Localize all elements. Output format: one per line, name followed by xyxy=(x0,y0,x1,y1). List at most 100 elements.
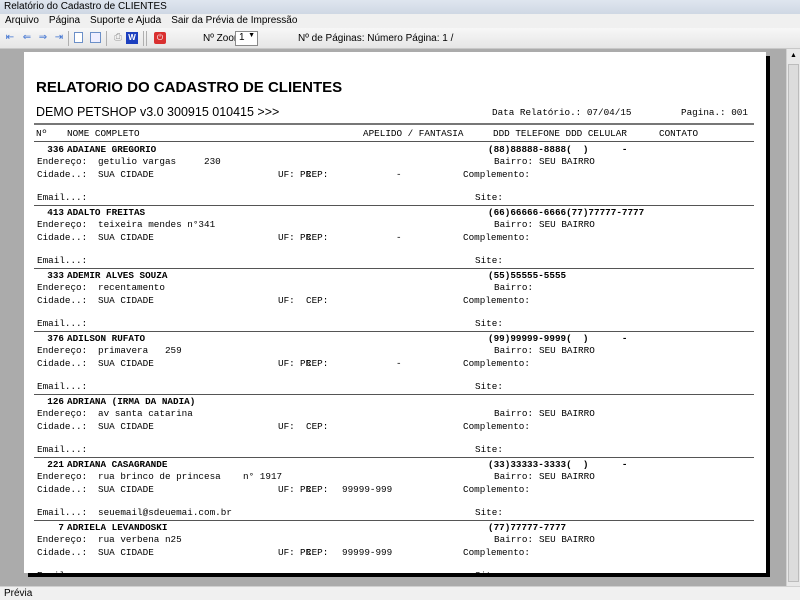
row-divider xyxy=(34,331,754,332)
record-id: 413 xyxy=(47,207,64,218)
zoom-value: 1 xyxy=(239,32,245,43)
record-district: SEU BAIRRO xyxy=(539,534,595,545)
record-city: SUA CIDADE xyxy=(98,547,154,558)
record-district: SEU BAIRRO xyxy=(539,156,595,167)
cep-label: CEP: xyxy=(306,295,329,306)
col-num: Nº xyxy=(36,128,48,139)
next-page-icon[interactable]: ⇒ xyxy=(37,32,49,44)
address-label: Endereço: xyxy=(37,471,88,482)
record-address: teixeira mendes n°341 xyxy=(98,219,216,230)
report-date: Data Relatório.: 07/04/15 xyxy=(492,107,632,118)
record-district: SEU BAIRRO xyxy=(539,408,595,419)
record-phone: (77)77777-7777 xyxy=(488,522,567,533)
menu-pagina[interactable]: Página xyxy=(44,14,85,28)
record-id: 336 xyxy=(47,144,64,155)
record-address: rua verbena n25 xyxy=(98,534,182,545)
record-district: SEU BAIRRO xyxy=(539,471,595,482)
record-address: getulio vargas 230 xyxy=(98,156,221,167)
email-label: Email...: xyxy=(37,192,88,203)
first-page-icon[interactable]: ⇤ xyxy=(4,32,16,44)
record-cep: 99999-999 xyxy=(342,547,393,558)
record-phone: (33)33333-3333( ) - xyxy=(488,459,628,470)
site-label: Site: xyxy=(475,381,503,392)
city-label: Cidade..: xyxy=(37,295,88,306)
uf-label: UF: xyxy=(278,232,295,243)
chevron-down-icon: ▼ xyxy=(248,32,255,39)
address-label: Endereço: xyxy=(37,156,88,167)
site-label: Site: xyxy=(475,444,503,455)
scroll-up-icon[interactable]: ▲ xyxy=(787,49,800,63)
record-name: ADAIANE GREGORIO xyxy=(67,144,157,155)
cep-label: CEP: xyxy=(306,421,329,432)
address-label: Endereço: xyxy=(37,534,88,545)
cep-label: CEP: xyxy=(306,547,329,558)
page-count: Nº de Páginas: Número Página: 1 / xyxy=(298,33,454,44)
power-close-icon[interactable]: ⏻ xyxy=(154,32,166,44)
district-label: Bairro: xyxy=(494,219,534,230)
address-label: Endereço: xyxy=(37,345,88,356)
email-label: Email...: xyxy=(37,318,88,329)
site-label: Site: xyxy=(475,507,503,518)
email-label: Email...: xyxy=(37,570,87,573)
record-name: ADILSON RUFATO xyxy=(67,333,146,344)
row-divider xyxy=(34,268,754,269)
two-pages-icon[interactable] xyxy=(90,32,101,43)
col-name: NOME COMPLETO xyxy=(67,128,140,139)
complement-label: Complemento: xyxy=(463,358,530,369)
zoom-select[interactable]: 1 ▼ xyxy=(235,31,258,46)
scroll-thumb[interactable] xyxy=(788,64,799,582)
address-label: Endereço: xyxy=(37,219,88,230)
record-city: SUA CIDADE xyxy=(98,421,154,432)
complement-label: Complemento: xyxy=(463,169,530,180)
cep-label: CEP: xyxy=(306,169,329,180)
prev-page-icon[interactable]: ⇐ xyxy=(21,32,33,44)
complement-label: Complemento: xyxy=(463,295,530,306)
complement-label: Complemento: xyxy=(463,484,530,495)
record-id: 333 xyxy=(47,270,64,281)
report-page-number: Pagina.: 001 xyxy=(681,107,748,118)
record-city: SUA CIDADE xyxy=(98,358,154,369)
record-cep: - xyxy=(396,169,402,180)
city-label: Cidade..: xyxy=(37,484,88,495)
record-cep: 99999-999 xyxy=(342,484,393,495)
last-page-icon[interactable]: ⇥ xyxy=(53,32,65,44)
district-label: Bairro: xyxy=(494,156,534,167)
word-export-icon[interactable]: W xyxy=(126,32,138,44)
city-label: Cidade..: xyxy=(37,421,88,432)
record-cep: - xyxy=(396,232,402,243)
city-label: Cidade..: xyxy=(37,169,88,180)
record-address: primavera 259 xyxy=(98,345,182,356)
record-phone: (88)88888-8888( ) - xyxy=(488,144,628,155)
record-address: recentamento xyxy=(98,282,165,293)
site-label: Site: xyxy=(475,318,503,329)
email-label: Email...: xyxy=(37,444,88,455)
record-id: 376 xyxy=(47,333,64,344)
record-id: 126 xyxy=(47,396,64,407)
record-name: ADRIANA CASAGRANDE xyxy=(67,459,168,470)
record-cep: - xyxy=(396,358,402,369)
district-label: Bairro: xyxy=(494,345,534,356)
record-phone: (66)66666-6666(77)77777-7777 xyxy=(488,207,645,218)
uf-label: UF: xyxy=(278,295,295,306)
menu-suporte[interactable]: Suporte e Ajuda xyxy=(85,14,166,28)
row-divider xyxy=(34,394,754,395)
email-label: Email...: xyxy=(37,381,88,392)
record-city: SUA CIDADE xyxy=(98,295,154,306)
complement-label: Complemento: xyxy=(463,232,530,243)
print-icon[interactable]: ⎙ xyxy=(112,32,124,44)
menu-arquivo[interactable]: Arquivo xyxy=(0,14,44,28)
site-label: Site: xyxy=(475,192,503,203)
record-district: SEU BAIRRO xyxy=(539,345,595,356)
email-label: Email...: xyxy=(37,507,88,518)
row-divider xyxy=(34,205,754,206)
vertical-scrollbar[interactable]: ▲ xyxy=(786,49,800,586)
record-address: av santa catarina xyxy=(98,408,193,419)
report-page: RELATORIO DO CADASTRO DE CLIENTES DEMO P… xyxy=(24,52,766,573)
record-id: 221 xyxy=(47,459,64,470)
address-label: Endereço: xyxy=(37,408,88,419)
menu-bar: Arquivo Página Suporte e Ajuda Sair da P… xyxy=(0,14,800,28)
record-phone: (55)55555-5555 xyxy=(488,270,567,281)
single-page-icon[interactable] xyxy=(74,32,83,43)
status-bar: Prévia xyxy=(0,586,800,600)
menu-sair-previa[interactable]: Sair da Prévia de Impressão xyxy=(166,14,302,28)
